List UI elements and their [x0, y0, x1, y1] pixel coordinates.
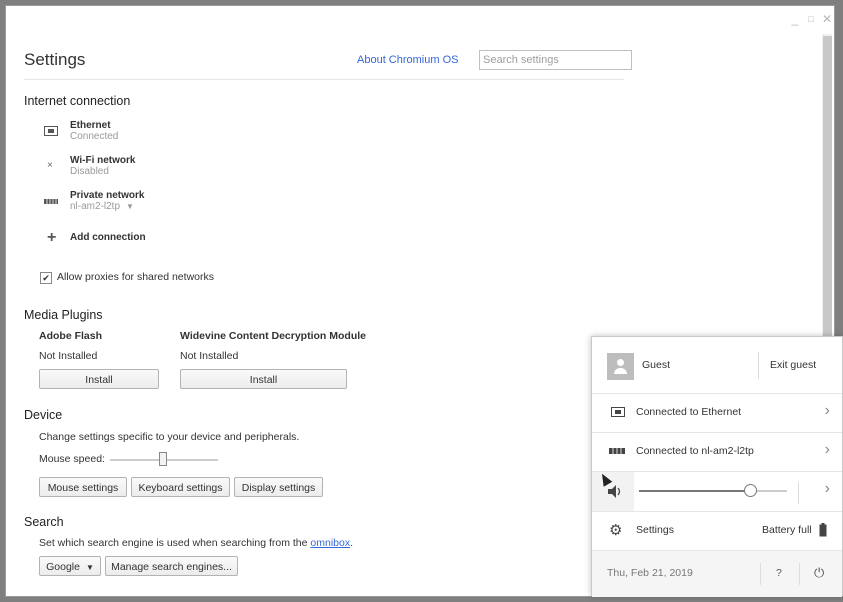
mouse-settings-button[interactable]: Mouse settings — [39, 477, 127, 497]
keyboard-settings-button[interactable]: Keyboard settings — [131, 477, 230, 497]
battery-icon — [819, 523, 827, 537]
mouse-speed-label: Mouse speed: — [39, 453, 105, 465]
proxy-label: Allow proxies for shared networks — [57, 271, 214, 283]
device-section-title: Device — [24, 408, 63, 422]
about-link[interactable]: About Chromium OS — [357, 54, 458, 66]
maximize-button[interactable]: □ — [804, 12, 818, 26]
network-wifi[interactable]: × Wi-Fi network Disabled — [44, 155, 344, 185]
search-description-text: Set which search engine is used when sea… — [39, 537, 311, 549]
internet-section-title: Internet connection — [24, 94, 131, 108]
avatar — [607, 353, 634, 380]
omnibox-link[interactable]: omnibox — [310, 537, 350, 549]
plugin-name-widevine: Widevine Content Decryption Module — [180, 330, 366, 342]
divider — [760, 563, 761, 585]
plugin-status-flash: Not Installed — [39, 350, 98, 362]
vpn-icon — [44, 199, 58, 204]
network-status: Connected — [70, 131, 119, 142]
plus-icon: + — [47, 229, 57, 246]
search-settings-input[interactable] — [479, 50, 632, 70]
wifi-off-icon: × — [47, 160, 53, 171]
network-status-text: nl-am2-l2tp — [70, 201, 121, 212]
header-divider — [24, 79, 624, 80]
add-connection-label: Add connection — [70, 232, 146, 243]
title-bar: _ □ ✕ — [6, 6, 834, 34]
page-title: Settings — [24, 50, 86, 69]
tray-user-name: Guest — [642, 359, 671, 371]
tray-settings-row[interactable]: ⚙ Settings Battery full — [592, 512, 842, 550]
plugin-name-flash: Adobe Flash — [39, 330, 103, 342]
divider — [758, 352, 759, 379]
battery-status: Battery full — [762, 524, 812, 536]
chevron-down-icon: ▼ — [126, 202, 134, 211]
network-ethernet[interactable]: Ethernet Connected — [44, 120, 344, 150]
network-name: Private network — [70, 190, 145, 201]
close-button[interactable]: ✕ — [820, 12, 834, 26]
install-widevine-button[interactable]: Install — [180, 369, 347, 389]
search-engine-select[interactable]: Google ▼ — [39, 556, 101, 576]
manage-search-engines-button[interactable]: Manage search engines... — [105, 556, 238, 576]
network-private[interactable]: Private network nl-am2-l2tp ▼ — [44, 190, 344, 220]
tray-user-row: Guest Exit guest — [592, 337, 842, 394]
system-tray-menu: Guest Exit guest Connected to Ethernet ›… — [591, 336, 843, 597]
search-engine-value: Google — [46, 561, 80, 573]
date-label[interactable]: Thu, Feb 21, 2019 — [607, 567, 693, 579]
plugin-status-widevine: Not Installed — [180, 350, 239, 362]
speaker-icon — [608, 485, 621, 498]
help-icon[interactable]: ? — [776, 567, 782, 579]
media-section-title: Media Plugins — [24, 308, 103, 322]
chevron-right-icon: › — [824, 441, 830, 458]
device-description: Change settings specific to your device … — [39, 431, 300, 443]
tray-ethernet-label: Connected to Ethernet — [636, 406, 742, 418]
network-name: Ethernet — [70, 120, 111, 131]
chevron-down-icon: ▼ — [85, 563, 94, 572]
search-description: Set which search engine is used when sea… — [39, 537, 353, 549]
divider — [799, 563, 800, 585]
network-status[interactable]: nl-am2-l2tp ▼ — [70, 201, 134, 212]
vpn-icon — [609, 448, 625, 454]
tray-settings-label: Settings — [636, 524, 674, 536]
volume-slider-thumb[interactable] — [744, 484, 757, 497]
ethernet-icon — [611, 407, 625, 417]
search-description-end: . — [350, 537, 354, 549]
network-status: Disabled — [70, 166, 109, 177]
divider — [798, 482, 799, 504]
mouse-speed-slider-thumb[interactable] — [159, 452, 167, 466]
proxy-checkbox[interactable]: ✔ — [40, 272, 52, 284]
search-section-title: Search — [24, 515, 64, 529]
volume-slider-track[interactable] — [639, 490, 750, 492]
power-icon[interactable]: ⏻ — [814, 565, 824, 581]
install-flash-button[interactable]: Install — [39, 369, 159, 389]
network-name: Wi-Fi network — [70, 155, 136, 166]
display-settings-button[interactable]: Display settings — [234, 477, 323, 497]
exit-guest-button[interactable]: Exit guest — [770, 359, 816, 371]
tray-vpn-label: Connected to nl-am2-l2tp — [636, 445, 754, 457]
tray-footer: Thu, Feb 21, 2019 ? ⏻ — [592, 550, 842, 597]
tray-ethernet-row[interactable]: Connected to Ethernet › — [592, 394, 842, 433]
minimize-button[interactable]: _ — [788, 12, 802, 26]
scrollbar-thumb[interactable] — [823, 36, 832, 354]
gear-icon: ⚙ — [609, 522, 623, 539]
tray-vpn-row[interactable]: Connected to nl-am2-l2tp › — [592, 433, 842, 472]
chevron-right-icon[interactable]: › — [825, 480, 830, 498]
chevron-right-icon: › — [824, 402, 830, 419]
ethernet-icon — [44, 126, 58, 136]
tray-volume-row: › — [592, 472, 842, 512]
